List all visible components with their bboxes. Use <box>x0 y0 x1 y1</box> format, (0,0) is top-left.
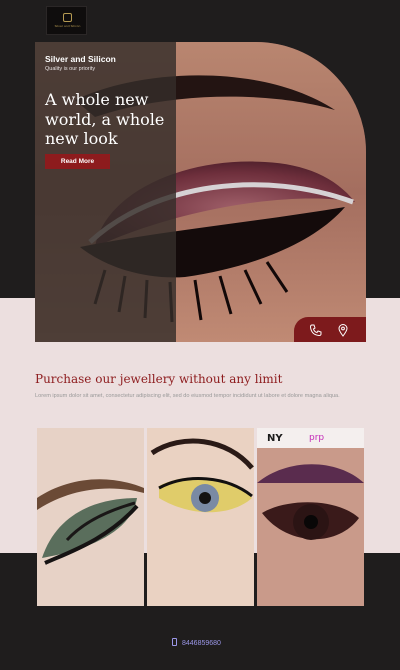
logo-wordmark: Silver and Silicon <box>54 25 81 28</box>
section-description: Lorem ipsum dolor sit amet, consectetur … <box>35 393 340 399</box>
gallery-image-yellow-eyeliner[interactable] <box>147 428 254 606</box>
contact-tab <box>294 317 366 342</box>
phone-icon[interactable] <box>309 323 323 337</box>
hero-headline: A whole new world, a whole new look <box>45 90 165 148</box>
footer-phone-number: 8446859680 <box>182 640 221 647</box>
location-pin-icon[interactable] <box>336 323 350 337</box>
svg-text:NY: NY <box>267 433 283 444</box>
hero-banner: Silver and Silicon Quality is our priori… <box>35 42 366 342</box>
brand-tagline: Quality is our priority <box>45 66 96 72</box>
svg-text:prp: prp <box>309 433 324 443</box>
crown-icon <box>63 13 72 22</box>
brand-name: Silver and Silicon <box>45 54 116 64</box>
footer-phone-link[interactable]: 8446859680 <box>172 638 221 647</box>
hero-text-panel: Silver and Silicon Quality is our priori… <box>35 42 176 342</box>
read-more-button[interactable]: Read More <box>45 154 110 169</box>
gallery-image-green-eyeshadow[interactable] <box>37 428 144 606</box>
brand-logo[interactable]: Silver and Silicon <box>46 6 87 35</box>
section-title: Purchase our jewellery without any limit <box>35 372 283 386</box>
mobile-icon <box>172 638 177 646</box>
gallery-image-dramatic-lashes[interactable]: NY prp <box>257 428 364 606</box>
